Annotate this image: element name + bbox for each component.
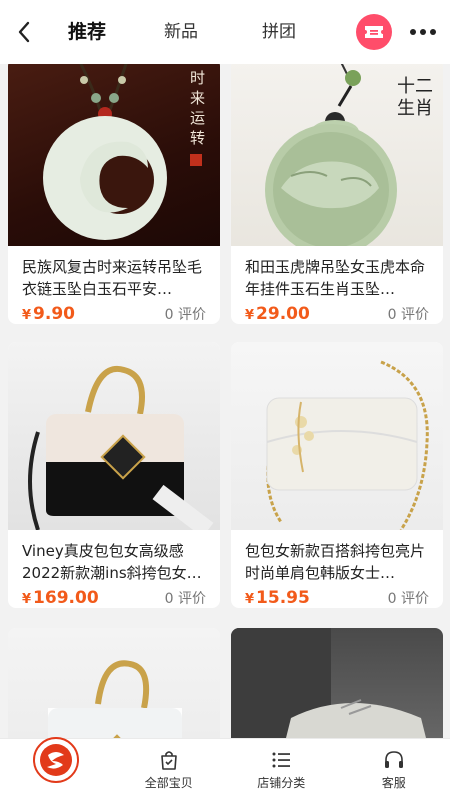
coupon-button[interactable] — [356, 14, 392, 50]
back-button[interactable] — [0, 0, 48, 64]
ticket-icon — [365, 26, 383, 38]
product-image-black-white-handbag — [8, 342, 220, 530]
tab-group-buy[interactable]: 拼团 — [218, 0, 316, 64]
product-grid: 时来运转 民族风复古时来运转吊坠毛衣链玉坠白玉石平安… ¥9.90 0 评价 十… — [0, 58, 450, 738]
product-price: ¥169.00 — [22, 588, 99, 608]
nav-all-products[interactable]: 全部宝贝 — [113, 739, 226, 800]
product-title: 民族风复古时来运转吊坠毛衣链玉坠白玉石平安… — [22, 258, 203, 298]
product-image-jade-tiger-pendant: 十二生肖 — [231, 58, 443, 246]
nav-shop-categories[interactable]: 店铺分类 — [225, 739, 338, 800]
bottom-navigation: 全部宝贝 店铺分类 客服 — [0, 736, 450, 800]
product-card[interactable] — [8, 628, 220, 738]
zodiac-caption: 十二生肖 — [397, 76, 433, 119]
more-dot — [410, 29, 416, 35]
shop-logo-icon — [33, 736, 80, 783]
review-count: 0 评价 — [387, 307, 429, 323]
product-image-grey-handbag — [8, 628, 220, 738]
nav-shop-home[interactable] — [0, 736, 113, 800]
product-price: ¥9.90 — [22, 304, 75, 324]
chevron-left-icon — [18, 21, 30, 43]
product-card[interactable]: 十二生肖 和田玉虎牌吊坠女玉虎本命年挂件玉石生肖玉坠… ¥29.00 0 评价 — [231, 58, 443, 324]
pendant-caption: 时来运转 — [190, 69, 206, 147]
list-icon — [272, 752, 291, 767]
product-card[interactable] — [231, 628, 443, 738]
product-card[interactable]: Viney真皮包包女高级感2022新款潮ins斜挎包女… ¥169.00 0 评… — [8, 342, 220, 608]
review-count: 0 评价 — [164, 591, 206, 607]
nav-customer-service[interactable]: 客服 — [338, 739, 450, 800]
tab-new-arrivals[interactable]: 新品 — [126, 0, 218, 64]
product-card[interactable]: 时来运转 民族风复古时来运转吊坠毛衣链玉坠白玉石平安… ¥9.90 0 评价 — [8, 58, 220, 324]
product-title: 包包女新款百搭斜挎包亮片时尚单肩包韩版女士… — [245, 542, 426, 582]
top-bar: 推荐 新品 拼团 — [0, 0, 450, 64]
headset-icon — [384, 750, 403, 768]
seal-stamp — [190, 154, 202, 166]
review-count: 0 评价 — [164, 307, 206, 323]
tab-bar: 推荐 新品 拼团 — [48, 0, 316, 64]
product-image-jade-crescent-pendant: 时来运转 — [8, 58, 220, 246]
product-image-white-chain-bag — [231, 342, 443, 530]
product-title: Viney真皮包包女高级感2022新款潮ins斜挎包女… — [22, 542, 202, 582]
nav-label: 全部宝贝 — [144, 775, 193, 790]
review-count: 0 评价 — [387, 591, 429, 607]
bag-icon — [160, 750, 177, 770]
more-button[interactable] — [406, 14, 440, 50]
nav-label: 客服 — [381, 775, 406, 790]
more-dot — [430, 29, 436, 35]
nav-label: 店铺分类 — [257, 775, 306, 790]
product-card[interactable]: 包包女新款百搭斜挎包亮片时尚单肩包韩版女士… ¥15.95 0 评价 — [231, 342, 443, 608]
product-price: ¥29.00 — [245, 304, 310, 324]
more-dot — [420, 29, 426, 35]
product-title: 和田玉虎牌吊坠女玉虎本命年挂件玉石生肖玉坠… — [245, 258, 426, 298]
product-price: ¥15.95 — [245, 588, 310, 608]
product-image-grey-sneaker — [231, 628, 443, 738]
tab-recommend[interactable]: 推荐 — [48, 0, 126, 64]
